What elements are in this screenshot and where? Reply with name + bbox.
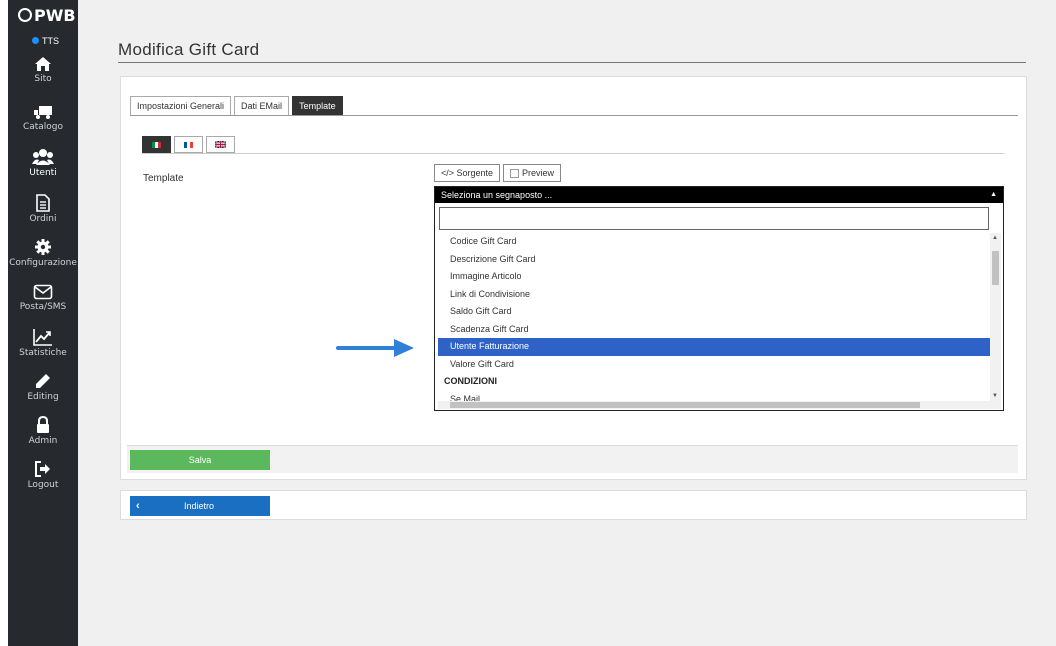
language-selector: [142, 136, 235, 153]
chevron-left-icon: ‹: [136, 500, 140, 512]
status-dot-icon: [32, 37, 39, 44]
dropdown-header-label: Seleziona un segnaposto ...: [441, 190, 553, 200]
logo-text: PWB: [34, 6, 76, 25]
scrollbar-thumb[interactable]: [450, 402, 920, 408]
lock-icon: [37, 416, 49, 433]
sidebar-item-label: Editing: [27, 392, 59, 402]
editor-toolbar: </> Sorgente Preview: [434, 164, 562, 182]
site-tag[interactable]: TTS: [32, 36, 59, 46]
title-divider: [118, 62, 1026, 63]
dropdown-option[interactable]: Link di Condivisione: [438, 286, 990, 304]
sidebar-item-label: Catalogo: [22, 122, 64, 132]
dropdown-option[interactable]: Immagine Articolo: [438, 268, 990, 286]
tab-template[interactable]: Template: [292, 96, 343, 116]
sidebar-item-label: Logout: [27, 480, 59, 490]
language-tab-it[interactable]: [142, 136, 171, 153]
scroll-up-icon[interactable]: ▲: [992, 235, 998, 241]
france-flag-icon: [183, 141, 194, 148]
sidebar-item-sito[interactable]: Sito: [8, 56, 78, 84]
language-tab-fr[interactable]: [174, 136, 203, 153]
sidebar-item-label: Statistiche: [19, 348, 67, 358]
sidebar: PWB TTS Sito Catalogo Utenti Ordini Conf…: [8, 0, 78, 646]
logout-icon: [35, 461, 50, 477]
tab-impostazioni-generali[interactable]: Impostazioni Generali: [130, 96, 232, 116]
dropdown-horizontal-scrollbar[interactable]: [438, 401, 1001, 409]
sidebar-item-statistiche[interactable]: Statistiche: [8, 328, 78, 358]
users-icon: [32, 149, 54, 165]
dropdown-options-list: Codice Gift Card Descrizione Gift Card I…: [438, 233, 990, 401]
sidebar-item-posta-sms[interactable]: Posta/SMS: [8, 284, 78, 312]
dropdown-option[interactable]: Codice Gift Card: [438, 233, 990, 251]
page-title: Modifica Gift Card: [118, 40, 260, 59]
envelope-icon: [33, 284, 53, 300]
dropdown-option-selected[interactable]: Utente Fatturazione: [438, 338, 990, 356]
dropdown-option[interactable]: Scadenza Gift Card: [438, 321, 990, 339]
template-label: Template: [143, 173, 184, 184]
dropdown-option[interactable]: Se Mail: [438, 391, 990, 402]
dropdown-option[interactable]: Descrizione Gift Card: [438, 251, 990, 269]
caret-up-icon: ▲: [990, 191, 997, 198]
sidebar-item-configurazione[interactable]: Configurazione: [8, 238, 78, 268]
sidebar-item-editing[interactable]: Editing: [8, 372, 78, 402]
save-button[interactable]: Salva: [130, 450, 270, 470]
back-button[interactable]: ‹ Indietro: [130, 496, 270, 516]
italy-flag-icon: [151, 141, 162, 148]
source-button[interactable]: </> Sorgente: [434, 164, 501, 182]
tab-dati-email[interactable]: Dati EMail: [234, 96, 290, 116]
preview-checkbox-icon: [510, 168, 520, 178]
source-button-label: </> Sorgente: [441, 168, 494, 178]
sidebar-item-utenti[interactable]: Utenti: [8, 148, 78, 178]
document-icon: [36, 194, 50, 212]
dropdown-header[interactable]: Seleziona un segnaposto ... ▲: [435, 187, 1003, 203]
sidebar-item-label: Configurazione: [9, 258, 77, 268]
home-icon: [35, 57, 51, 71]
preview-button[interactable]: Preview: [503, 164, 562, 182]
tabs-divider: [130, 115, 1018, 116]
sidebar-item-catalogo[interactable]: Catalogo: [8, 104, 78, 132]
language-divider: [142, 153, 1004, 154]
sidebar-item-logout[interactable]: Logout: [8, 460, 78, 490]
back-button-label: Indietro: [184, 501, 215, 511]
dropdown-option[interactable]: Saldo Gift Card: [438, 303, 990, 321]
tab-bar: Impostazioni Generali Dati EMail Templat…: [130, 96, 343, 116]
annotation-arrow-icon: [336, 339, 414, 357]
logo[interactable]: PWB: [18, 6, 76, 25]
gear-icon: [35, 239, 51, 255]
dropdown-group-header: CONDIZIONI: [444, 376, 497, 386]
preview-button-label: Preview: [522, 168, 555, 178]
language-tab-en[interactable]: [206, 136, 235, 153]
dropdown-search-input[interactable]: [439, 207, 989, 230]
sidebar-item-label: Utenti: [29, 168, 57, 178]
uk-flag-icon: [215, 141, 226, 148]
scroll-down-icon[interactable]: ▼: [992, 393, 998, 399]
truck-icon: [34, 106, 52, 119]
logo-seal-icon: [18, 8, 32, 22]
site-tag-label: TTS: [42, 36, 59, 46]
sidebar-item-label: Posta/SMS: [19, 302, 67, 312]
dropdown-option[interactable]: Valore Gift Card: [438, 356, 990, 374]
sidebar-item-label: Sito: [34, 74, 52, 84]
dropdown-vertical-scrollbar[interactable]: ▲ ▼: [990, 233, 1001, 401]
sidebar-item-admin[interactable]: Admin: [8, 416, 78, 446]
pencil-icon: [36, 374, 50, 388]
sidebar-item-label: Ordini: [29, 214, 57, 224]
sidebar-item-ordini[interactable]: Ordini: [8, 194, 78, 224]
sidebar-item-label: Admin: [28, 436, 58, 446]
scrollbar-thumb[interactable]: [992, 251, 999, 285]
placeholder-dropdown[interactable]: Seleziona un segnaposto ... ▲ Codice Gif…: [434, 186, 1004, 411]
chart-icon: [33, 329, 52, 346]
